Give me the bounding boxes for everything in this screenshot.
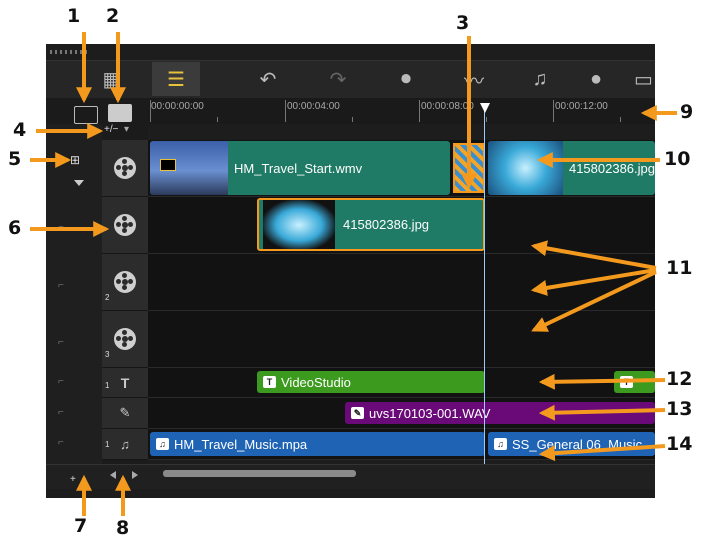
callout-number: 4 bbox=[13, 119, 27, 141]
callout-arrow-13 bbox=[538, 404, 666, 421]
callout-number: 12 bbox=[666, 368, 693, 390]
callout-number: 7 bbox=[74, 515, 88, 537]
callout-arrow-11a bbox=[530, 240, 657, 270]
callout-arrows bbox=[30, 32, 677, 516]
callout-number: 11 bbox=[666, 257, 693, 279]
callout-number: 10 bbox=[664, 148, 691, 170]
callout-number: 9 bbox=[680, 101, 694, 123]
callout-number: 13 bbox=[666, 398, 693, 420]
callout-number: 14 bbox=[666, 433, 693, 455]
callout-number: 1 bbox=[67, 5, 81, 27]
callout-arrow-14 bbox=[538, 444, 666, 462]
callout-number: 6 bbox=[8, 217, 22, 239]
callout-arrow-12 bbox=[538, 373, 666, 390]
callout-number: 3 bbox=[456, 12, 470, 34]
callout-number: 2 bbox=[106, 5, 120, 27]
callout-number: 8 bbox=[116, 517, 130, 539]
callout-number: 5 bbox=[8, 148, 22, 170]
